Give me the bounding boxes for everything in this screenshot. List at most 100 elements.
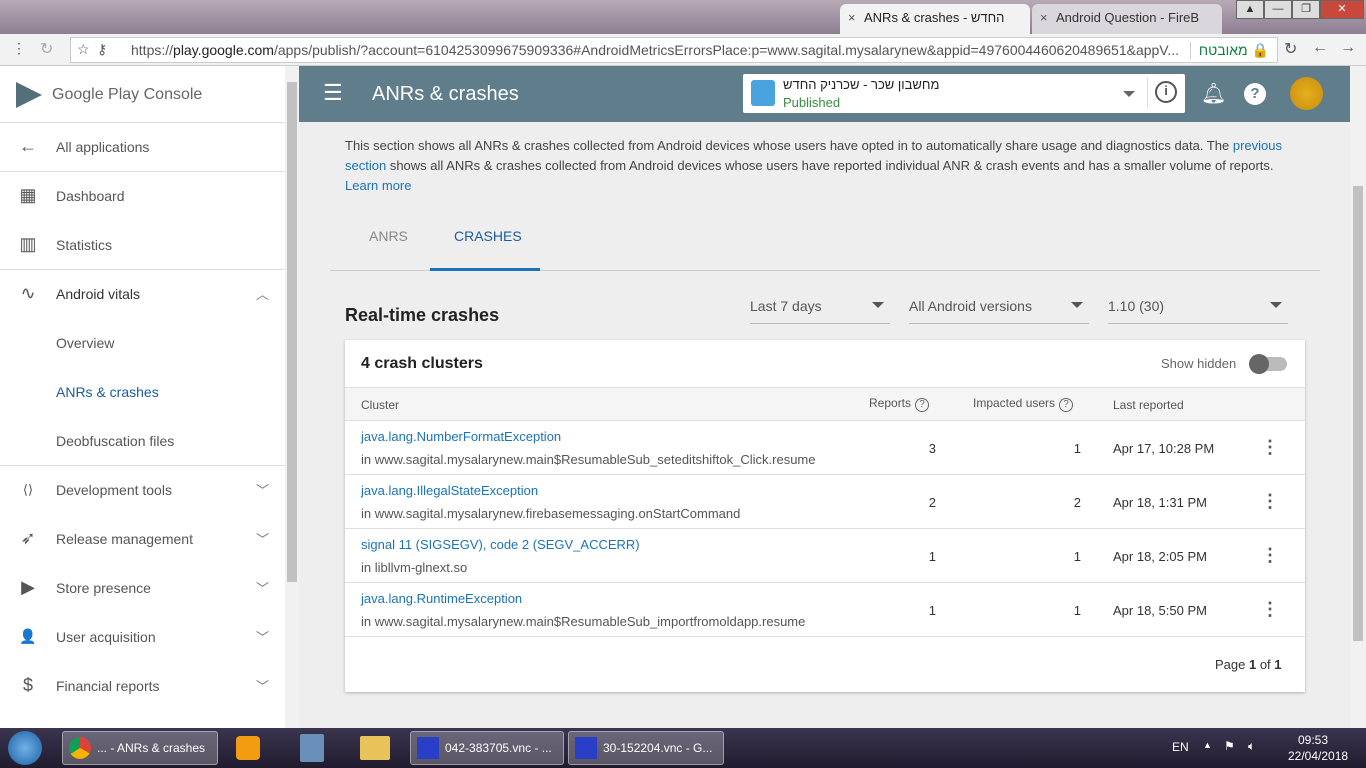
minimize-button[interactable]: — [1264,0,1292,19]
address-bar-row: ⋮ ↻ ☆ ⚷ https://play.google.com/apps/pub… [0,34,1366,66]
page-scrollbar[interactable] [1350,66,1366,728]
sidebar-item-anrs-crashes[interactable]: ANRs & crashes [0,367,285,416]
file-explorer-icon[interactable] [360,736,390,760]
secure-indicator[interactable]: מאובטח 🔒 [1189,42,1269,59]
cluster-title-link[interactable]: signal 11 (SIGSEGV), code 2 (SEGV_ACCERR… [361,537,640,552]
dashboard-icon: ▦ [19,185,37,205]
browser-tab-android-question[interactable]: × Android Question - FireB [1032,4,1222,34]
cluster-title-link[interactable]: java.lang.IllegalStateException [361,483,538,498]
more-vert-icon[interactable]: ⋮ [1261,491,1279,512]
sidebar-item-label: Development tools [56,481,172,498]
sidebar-item-label: Release management [56,530,193,547]
tab-anrs[interactable]: ANRS [369,228,408,244]
cluster-title-link[interactable]: java.lang.NumberFormatException [361,429,561,444]
more-vert-icon[interactable]: ⋮ [1261,437,1279,458]
taskbar-chrome[interactable]: ... - ANRs & crashes [62,731,218,765]
date-range-dropdown[interactable]: Last 7 days [750,290,890,324]
play-console-logo[interactable]: Google Play Console [16,82,202,108]
sidebar-item-android-vitals[interactable]: ∿ Android vitals ︿ [0,269,285,318]
sidebar-item-financial-reports[interactable]: $ Financial reports ﹀ [0,661,285,710]
windows-taskbar: ... - ANRs & crashes 042-383705.vnc - ..… [0,728,1366,768]
help-icon[interactable]: ? [915,398,930,412]
secure-label: מאובטח [1198,42,1248,58]
refresh-icon[interactable]: ↻ [1284,39,1297,59]
show-hidden-toggle[interactable] [1249,354,1287,374]
android-version-dropdown[interactable]: All Android versions [909,290,1089,324]
clock-date[interactable]: 22/04/2018 [1288,749,1348,763]
sidebar-item-dashboard[interactable]: ▦ Dashboard [0,171,285,220]
caret-down-icon [872,302,884,308]
column-reports: Reports? [869,396,930,412]
sidebar-item-label: Store presence [56,579,151,596]
back-arrow-icon: ← [19,136,37,156]
dropdown-value: Last 7 days [750,298,822,314]
table-row[interactable]: signal 11 (SIGSEGV), code 2 (SEGV_ACCERR… [345,528,1305,582]
reload-icon[interactable]: ↻ [40,39,53,59]
chevron-down-icon: ﹀ [255,581,269,596]
sidebar-scrollbar[interactable] [285,66,299,728]
info-icon[interactable]: i [1155,81,1177,103]
profile-button[interactable]: ▲ [1236,0,1264,19]
key-icon[interactable]: ⚷ [97,41,107,58]
reports-count: 1 [928,603,936,618]
notifications-bell-icon[interactable]: 🔔︎ [1201,81,1226,106]
sidebar-item-label: Statistics [56,236,113,253]
url-input[interactable]: ☆ ⚷ https://play.google.com/apps/publish… [70,37,1278,63]
tab-crashes[interactable]: CRASHES [454,228,522,244]
sidebar-item-release-management[interactable]: ➶ Release management ﹀ [0,514,285,563]
language-indicator[interactable]: EN [1172,740,1189,754]
sidebar-item-deobfuscation[interactable]: Deobfuscation files [0,416,285,465]
maximize-button[interactable]: ❐ [1292,0,1320,19]
taskbar-vnc-2[interactable]: 30-152204.vnc - G... [568,731,724,765]
hamburger-menu-icon[interactable]: ☰ [323,80,343,106]
start-button[interactable] [8,731,42,765]
sidebar-item-store-presence[interactable]: ▶ Store presence ﹀ [0,563,285,612]
sidebar-item-all-applications[interactable]: ← All applications [0,122,285,171]
help-icon[interactable]: ? [1059,398,1074,412]
cluster-title-link[interactable]: java.lang.RuntimeException [361,591,522,606]
media-player-icon[interactable] [236,736,260,760]
app-selector[interactable]: מחשבון שכר - שכרניק החדש Published i [743,74,1185,113]
table-row[interactable]: java.lang.IllegalStateException in www.s… [345,474,1305,528]
clock-time[interactable]: 09:53 [1298,733,1328,747]
sidebar-item-user-acquisition[interactable]: 👤 User acquisition ﹀ [0,612,285,661]
browser-tab-anrs[interactable]: × ANRs & crashes - החדש [840,4,1030,34]
scrollbar-thumb[interactable] [1353,186,1363,641]
tab-close-icon[interactable]: × [1040,10,1048,25]
table-row[interactable]: java.lang.RuntimeException in www.sagita… [345,582,1305,636]
tab-label: Android Question - FireB [1056,10,1200,25]
code-icon: ⟨⟩ [22,481,34,497]
back-icon[interactable]: ← [1312,39,1328,57]
app-status: Published [783,95,841,110]
taskbar-vnc-1[interactable]: 042-383705.vnc - ... [410,731,564,765]
taskbar-label: ... - ANRs & crashes [97,741,206,755]
calculator-icon[interactable] [300,734,324,762]
more-vert-icon[interactable]: ⋮ [1261,545,1279,566]
column-label: Impacted users [973,396,1056,410]
action-center-flag-icon[interactable]: ⚑ [1224,739,1235,753]
chevron-down-icon: ﹀ [255,483,269,498]
more-vert-icon[interactable]: ⋮ [1261,599,1279,620]
sidebar-item-development-tools[interactable]: ⟨⟩ Development tools ﹀ [0,465,285,514]
taskbar-label: 042-383705.vnc - ... [445,741,552,755]
learn-more-link[interactable]: Learn more [345,178,411,193]
column-label: Reports [869,396,912,410]
forward-icon[interactable]: → [1340,39,1356,57]
help-icon[interactable]: ? [1244,83,1266,105]
tray-expand-icon[interactable]: ▲ [1203,740,1212,750]
scrollbar-thumb[interactable] [287,82,297,582]
volume-icon[interactable]: 🔈︎ [1248,739,1255,754]
sidebar-item-overview[interactable]: Overview [0,318,285,367]
sidebar-item-statistics[interactable]: ▥ Statistics [0,220,285,269]
avatar[interactable] [1290,77,1323,110]
star-icon[interactable]: ☆ [77,41,90,58]
caret-down-icon [1123,91,1135,97]
crash-clusters-card: 4 crash clusters Show hidden Cluster Rep… [345,340,1305,692]
menu-dots-icon[interactable]: ⋮ [12,40,26,57]
tab-close-icon[interactable]: × [848,10,856,25]
app-version-dropdown[interactable]: 1.10 (30) [1108,290,1288,324]
close-window-button[interactable]: ✕ [1320,0,1364,19]
table-row[interactable]: java.lang.NumberFormatException in www.s… [345,420,1305,474]
dollar-icon: $ [22,675,33,695]
last-reported: Apr 18, 1:31 PM [1113,495,1207,510]
